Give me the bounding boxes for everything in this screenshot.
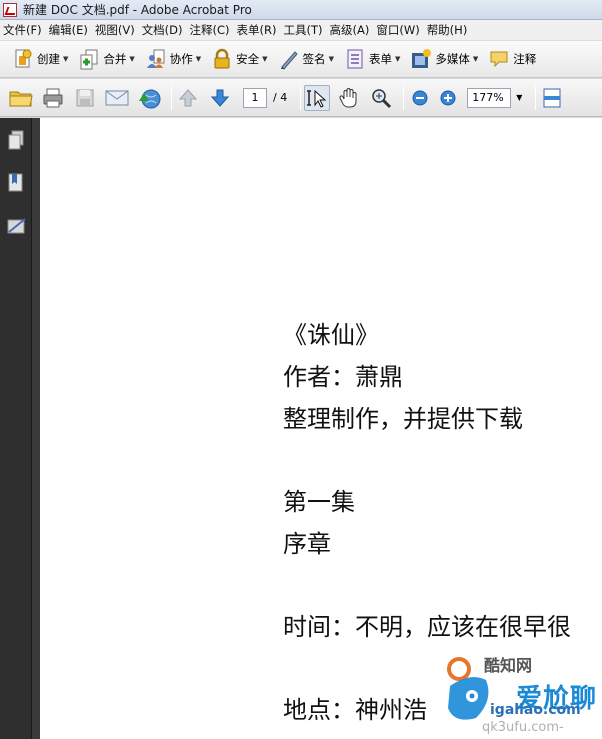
signatures-panel-icon[interactable]: [6, 216, 26, 238]
menu-tools[interactable]: 工具(T): [281, 22, 327, 38]
next-page-icon[interactable]: [207, 85, 233, 111]
email-icon[interactable]: [104, 85, 130, 111]
menu-file[interactable]: 文件(F): [0, 22, 46, 38]
multimedia-button[interactable]: 多媒体 ▼: [406, 45, 482, 73]
pen-icon: [278, 48, 300, 70]
menu-comments[interactable]: 注释(C): [187, 22, 234, 38]
toolbar-separator: [403, 85, 405, 110]
watermark: 酷知网 爱尬聊 igaliao.com qk3ufu.com-: [446, 638, 602, 739]
secure-button[interactable]: 安全 ▼: [207, 45, 271, 73]
dropdown-arrow-icon: ▼: [129, 55, 135, 63]
comment-button[interactable]: 注释: [484, 45, 540, 73]
dropdown-arrow-icon: ▼: [394, 55, 401, 63]
menu-help[interactable]: 帮助(H): [424, 22, 472, 38]
watermark-partial-url: qk3ufu.com-: [482, 720, 564, 735]
combine-button[interactable]: 合并 ▼: [74, 45, 138, 73]
save-icon[interactable]: [72, 85, 98, 111]
menu-edit[interactable]: 编辑(E): [46, 22, 92, 38]
document-page: 《诛仙》 作者：萧鼎 整理制作，并提供下载 第一集 序章 时间：不明，应该在很早…: [40, 118, 602, 739]
dropdown-arrow-icon: ▼: [328, 55, 334, 63]
page-number-input[interactable]: 1: [243, 87, 267, 108]
dropdown-arrow-icon: ▼: [262, 55, 268, 63]
form-icon: [344, 48, 366, 70]
dropdown-arrow-icon: ▼: [472, 55, 479, 63]
menu-window[interactable]: 窗口(W): [373, 22, 423, 38]
doc-line: 第一集: [283, 488, 355, 516]
collaborate-button[interactable]: 协作 ▼: [141, 45, 205, 73]
zoom-dropdown-icon[interactable]: ▼: [516, 93, 522, 102]
dropdown-arrow-icon: ▼: [195, 55, 202, 63]
toolbar-separator: [300, 85, 302, 110]
print-icon[interactable]: [40, 85, 66, 111]
navigation-toolbar: 1 / 4 177% ▼: [0, 79, 602, 117]
menu-view[interactable]: 视图(V): [92, 22, 139, 38]
doc-line: 作者：萧鼎: [283, 363, 403, 391]
menu-forms[interactable]: 表单(R): [234, 22, 281, 38]
zoom-tool-icon[interactable]: [368, 85, 394, 111]
doc-line: [283, 565, 571, 606]
bookmarks-panel-icon[interactable]: [6, 172, 26, 194]
comment-icon: [488, 48, 510, 70]
create-pdf-icon: [12, 48, 34, 70]
combine-icon: [78, 48, 100, 70]
menu-document[interactable]: 文档(D): [139, 22, 187, 38]
doc-line: 《诛仙》: [283, 321, 379, 349]
zoom-in-icon[interactable]: [435, 85, 461, 111]
zoom-level-input[interactable]: 177%: [467, 87, 512, 108]
acrobat-app-icon: [3, 2, 17, 17]
toolbar-separator: [171, 85, 172, 110]
navigation-pane: [0, 118, 32, 739]
forms-button[interactable]: 表单 ▼: [340, 45, 404, 73]
window-title: 新建 DOC 文档.pdf - Adobe Acrobat Pro: [23, 3, 252, 17]
pages-panel-icon[interactable]: [6, 130, 26, 152]
dropdown-arrow-icon: ▼: [63, 55, 69, 63]
select-tool-icon[interactable]: [304, 84, 331, 111]
create-button[interactable]: 创建 ▼: [8, 45, 72, 73]
page-total: / 4: [273, 91, 288, 104]
watermark-url: igaliao.com: [490, 702, 581, 718]
hand-tool-icon[interactable]: [336, 85, 362, 111]
tasks-toolbar: 创建 ▼ 合并 ▼ 协作 ▼ 安全 ▼ 签名 ▼ 表单 ▼ 多媒体 ▼ 注释: [0, 41, 602, 78]
zoom-out-icon[interactable]: [407, 85, 433, 111]
page-layout-icon[interactable]: [539, 85, 565, 111]
open-folder-icon[interactable]: [8, 85, 34, 111]
pane-divider[interactable]: [32, 118, 40, 739]
film-icon: [410, 48, 432, 70]
sign-button[interactable]: 签名 ▼: [274, 45, 338, 73]
doc-line: 序章: [283, 530, 331, 558]
doc-line: [283, 440, 571, 481]
previous-page-icon[interactable]: [175, 85, 201, 111]
toolbar-separator: [535, 85, 537, 110]
title-bar: 新建 DOC 文档.pdf - Adobe Acrobat Pro: [0, 0, 602, 20]
menu-advanced[interactable]: 高级(A): [327, 22, 374, 38]
menu-bar: 文件(F) 编辑(E) 视图(V) 文档(D) 注释(C) 表单(R) 工具(T…: [0, 20, 602, 41]
lock-icon: [211, 48, 233, 70]
collaborate-icon: [145, 48, 167, 70]
watermark-logo-text: 酷知网: [484, 656, 533, 675]
web-upload-icon[interactable]: [136, 85, 162, 111]
doc-line: 整理制作，并提供下载: [283, 405, 523, 433]
